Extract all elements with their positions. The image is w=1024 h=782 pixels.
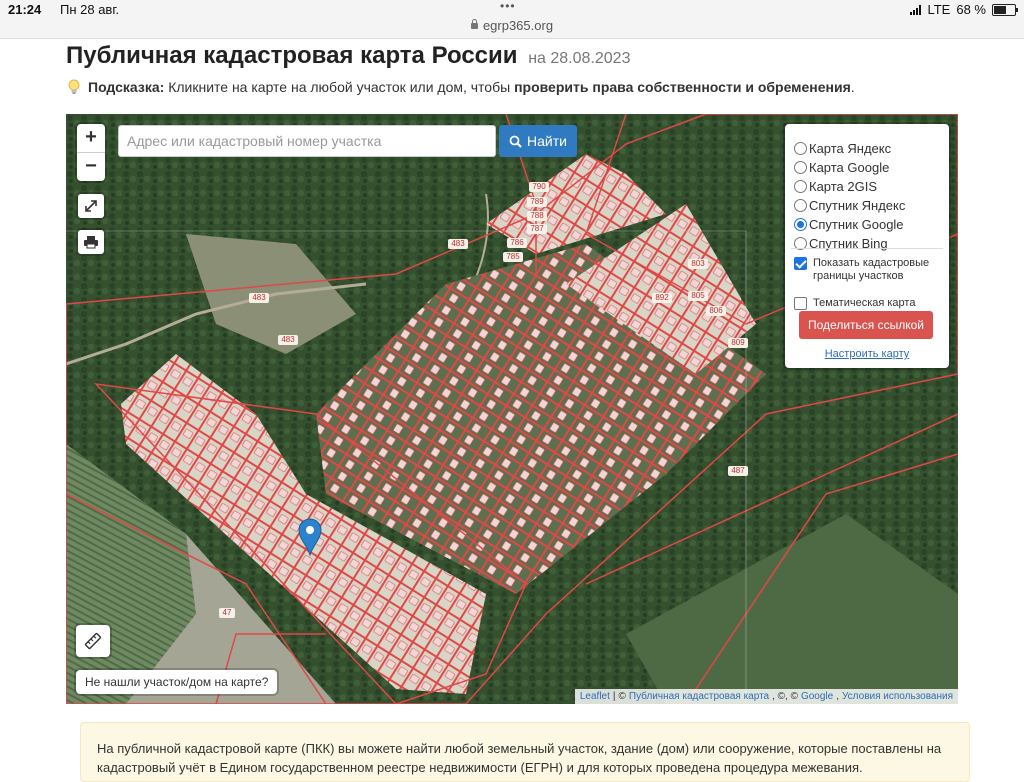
share-link-button[interactable]: Поделиться ссылкой bbox=[799, 311, 933, 339]
page-title: Публичная кадастровая карта России на 28… bbox=[66, 42, 630, 70]
layer-switcher: Карта Яндекс Карта Google Карта 2GIS Спу… bbox=[785, 124, 949, 368]
attribution-separator: , ©, © bbox=[772, 691, 798, 702]
layer-option-google-map[interactable]: Карта Google bbox=[794, 158, 889, 176]
page-title-date: на 28.08.2023 bbox=[528, 50, 631, 67]
google-link[interactable]: Google bbox=[801, 691, 833, 702]
hint-text: Кликните на карте на любой участок или д… bbox=[168, 79, 511, 95]
zoom-control: + − bbox=[77, 124, 105, 181]
attribution-separator: , bbox=[836, 691, 839, 702]
layer-option-2gis-map[interactable]: Карта 2GIS bbox=[794, 177, 877, 195]
checkbox-icon[interactable] bbox=[794, 297, 807, 310]
info-text: На публичной кадастровой карте (ПКК) вы … bbox=[97, 741, 942, 775]
address-bar-url: egrp365.org bbox=[482, 18, 554, 33]
multitasking-dots-icon[interactable]: ••• bbox=[500, 0, 516, 13]
parcel-label: 790 bbox=[532, 182, 546, 191]
parcel-label: 483 bbox=[451, 239, 465, 248]
battery-level-fill bbox=[994, 5, 1006, 14]
parcel-label: 803 bbox=[691, 259, 705, 268]
radio-icon[interactable] bbox=[794, 141, 807, 155]
layer-option-label: Карта Яндекс bbox=[809, 140, 892, 156]
info-box: На публичной кадастровой карте (ПКК) вы … bbox=[80, 722, 970, 782]
measure-button[interactable] bbox=[76, 625, 110, 657]
layer-option-label: Карта Google bbox=[809, 159, 890, 175]
attribution-separator: | bbox=[612, 691, 616, 702]
map-container[interactable]: 483 483 483 487 47 790 789 788 787 786 7… bbox=[66, 114, 958, 704]
not-found-button[interactable]: Не нашли участок/дом на карте? bbox=[76, 670, 278, 694]
signal-icon bbox=[910, 4, 922, 15]
attribution-copyright: © bbox=[618, 691, 626, 702]
find-button-label: Найти bbox=[527, 133, 567, 149]
layer-option-label: Спутник Яндекс bbox=[809, 197, 906, 213]
print-button[interactable] bbox=[78, 230, 104, 254]
thematic-map-label: Тематическая карта bbox=[813, 297, 916, 309]
radio-icon[interactable] bbox=[794, 217, 807, 231]
hint-end: . bbox=[850, 79, 855, 95]
map-attribution: Leaflet | © Публичная кадастровая карта,… bbox=[574, 689, 958, 704]
parcel-label: 788 bbox=[530, 211, 544, 220]
lightbulb-icon bbox=[68, 79, 80, 94]
network-type: LTE bbox=[927, 2, 951, 17]
radio-icon[interactable] bbox=[794, 160, 807, 174]
parcel-label: 785 bbox=[506, 252, 520, 261]
configure-map-link[interactable]: Настроить карту bbox=[785, 348, 949, 360]
show-boundaries-label: Показать кадастровые границы участков bbox=[813, 257, 930, 282]
expand-icon bbox=[85, 200, 97, 212]
radio-icon[interactable] bbox=[794, 198, 807, 212]
hint: Подсказка: Кликните на карте на любой уч… bbox=[66, 79, 855, 95]
parcel-label: 787 bbox=[530, 224, 544, 233]
ruler-icon bbox=[84, 632, 102, 650]
page-title-text: Публичная кадастровая карта России bbox=[66, 42, 518, 69]
search-icon bbox=[509, 135, 522, 148]
layer-option-bing-satellite[interactable]: Спутник Bing bbox=[794, 234, 888, 252]
search-input[interactable] bbox=[118, 125, 496, 157]
parcel-label: 809 bbox=[731, 338, 745, 347]
printer-icon bbox=[84, 236, 98, 249]
zoom-out-button[interactable]: − bbox=[77, 152, 105, 181]
lock-icon bbox=[470, 19, 478, 29]
address-bar[interactable]: egrp365.org bbox=[0, 18, 1024, 33]
find-button[interactable]: Найти bbox=[499, 125, 577, 157]
parcel-label: 47 bbox=[223, 608, 232, 617]
divider bbox=[791, 248, 943, 249]
layer-option-label: Спутник Google bbox=[809, 216, 904, 232]
layer-option-yandex-satellite[interactable]: Спутник Яндекс bbox=[794, 196, 905, 214]
zoom-in-button[interactable]: + bbox=[77, 124, 105, 152]
leaflet-link[interactable]: Leaflet bbox=[580, 691, 610, 702]
hint-bold-text: проверить права собственности и обремене… bbox=[514, 79, 851, 95]
parcel-label: 892 bbox=[655, 293, 669, 302]
status-time: 21:24 bbox=[8, 2, 42, 17]
layer-option-yandex-map[interactable]: Карта Яндекс bbox=[794, 139, 891, 157]
radio-icon[interactable] bbox=[794, 179, 807, 193]
parcel-label: 805 bbox=[691, 291, 705, 300]
show-boundaries-option[interactable]: Показать кадастровые границы участков bbox=[794, 257, 940, 283]
fullscreen-button[interactable] bbox=[78, 194, 104, 218]
battery-icon bbox=[992, 3, 1018, 16]
terms-link[interactable]: Условия использования bbox=[842, 691, 953, 702]
parcel-label: 483 bbox=[252, 293, 266, 302]
parcel-label: 487 bbox=[731, 466, 745, 475]
pkk-link[interactable]: Публичная кадастровая карта bbox=[629, 691, 769, 702]
status-date: Пн 28 авг. bbox=[60, 2, 120, 17]
thematic-map-option[interactable]: Тематическая карта bbox=[794, 297, 915, 310]
layer-option-google-satellite[interactable]: Спутник Google bbox=[794, 215, 904, 233]
battery-percent: 68 % bbox=[956, 2, 986, 17]
hint-label: Подсказка: bbox=[88, 79, 165, 95]
parcel-label: 789 bbox=[530, 197, 544, 206]
status-bar: 21:24 Пн 28 авг. ••• egrp365.org LTE 68 … bbox=[0, 0, 1024, 39]
checkbox-icon[interactable] bbox=[794, 257, 807, 270]
parcel-label: 806 bbox=[709, 306, 723, 315]
layer-option-label: Карта 2GIS bbox=[809, 178, 878, 194]
parcel-label: 483 bbox=[281, 335, 295, 344]
parcel-label: 786 bbox=[510, 238, 524, 247]
